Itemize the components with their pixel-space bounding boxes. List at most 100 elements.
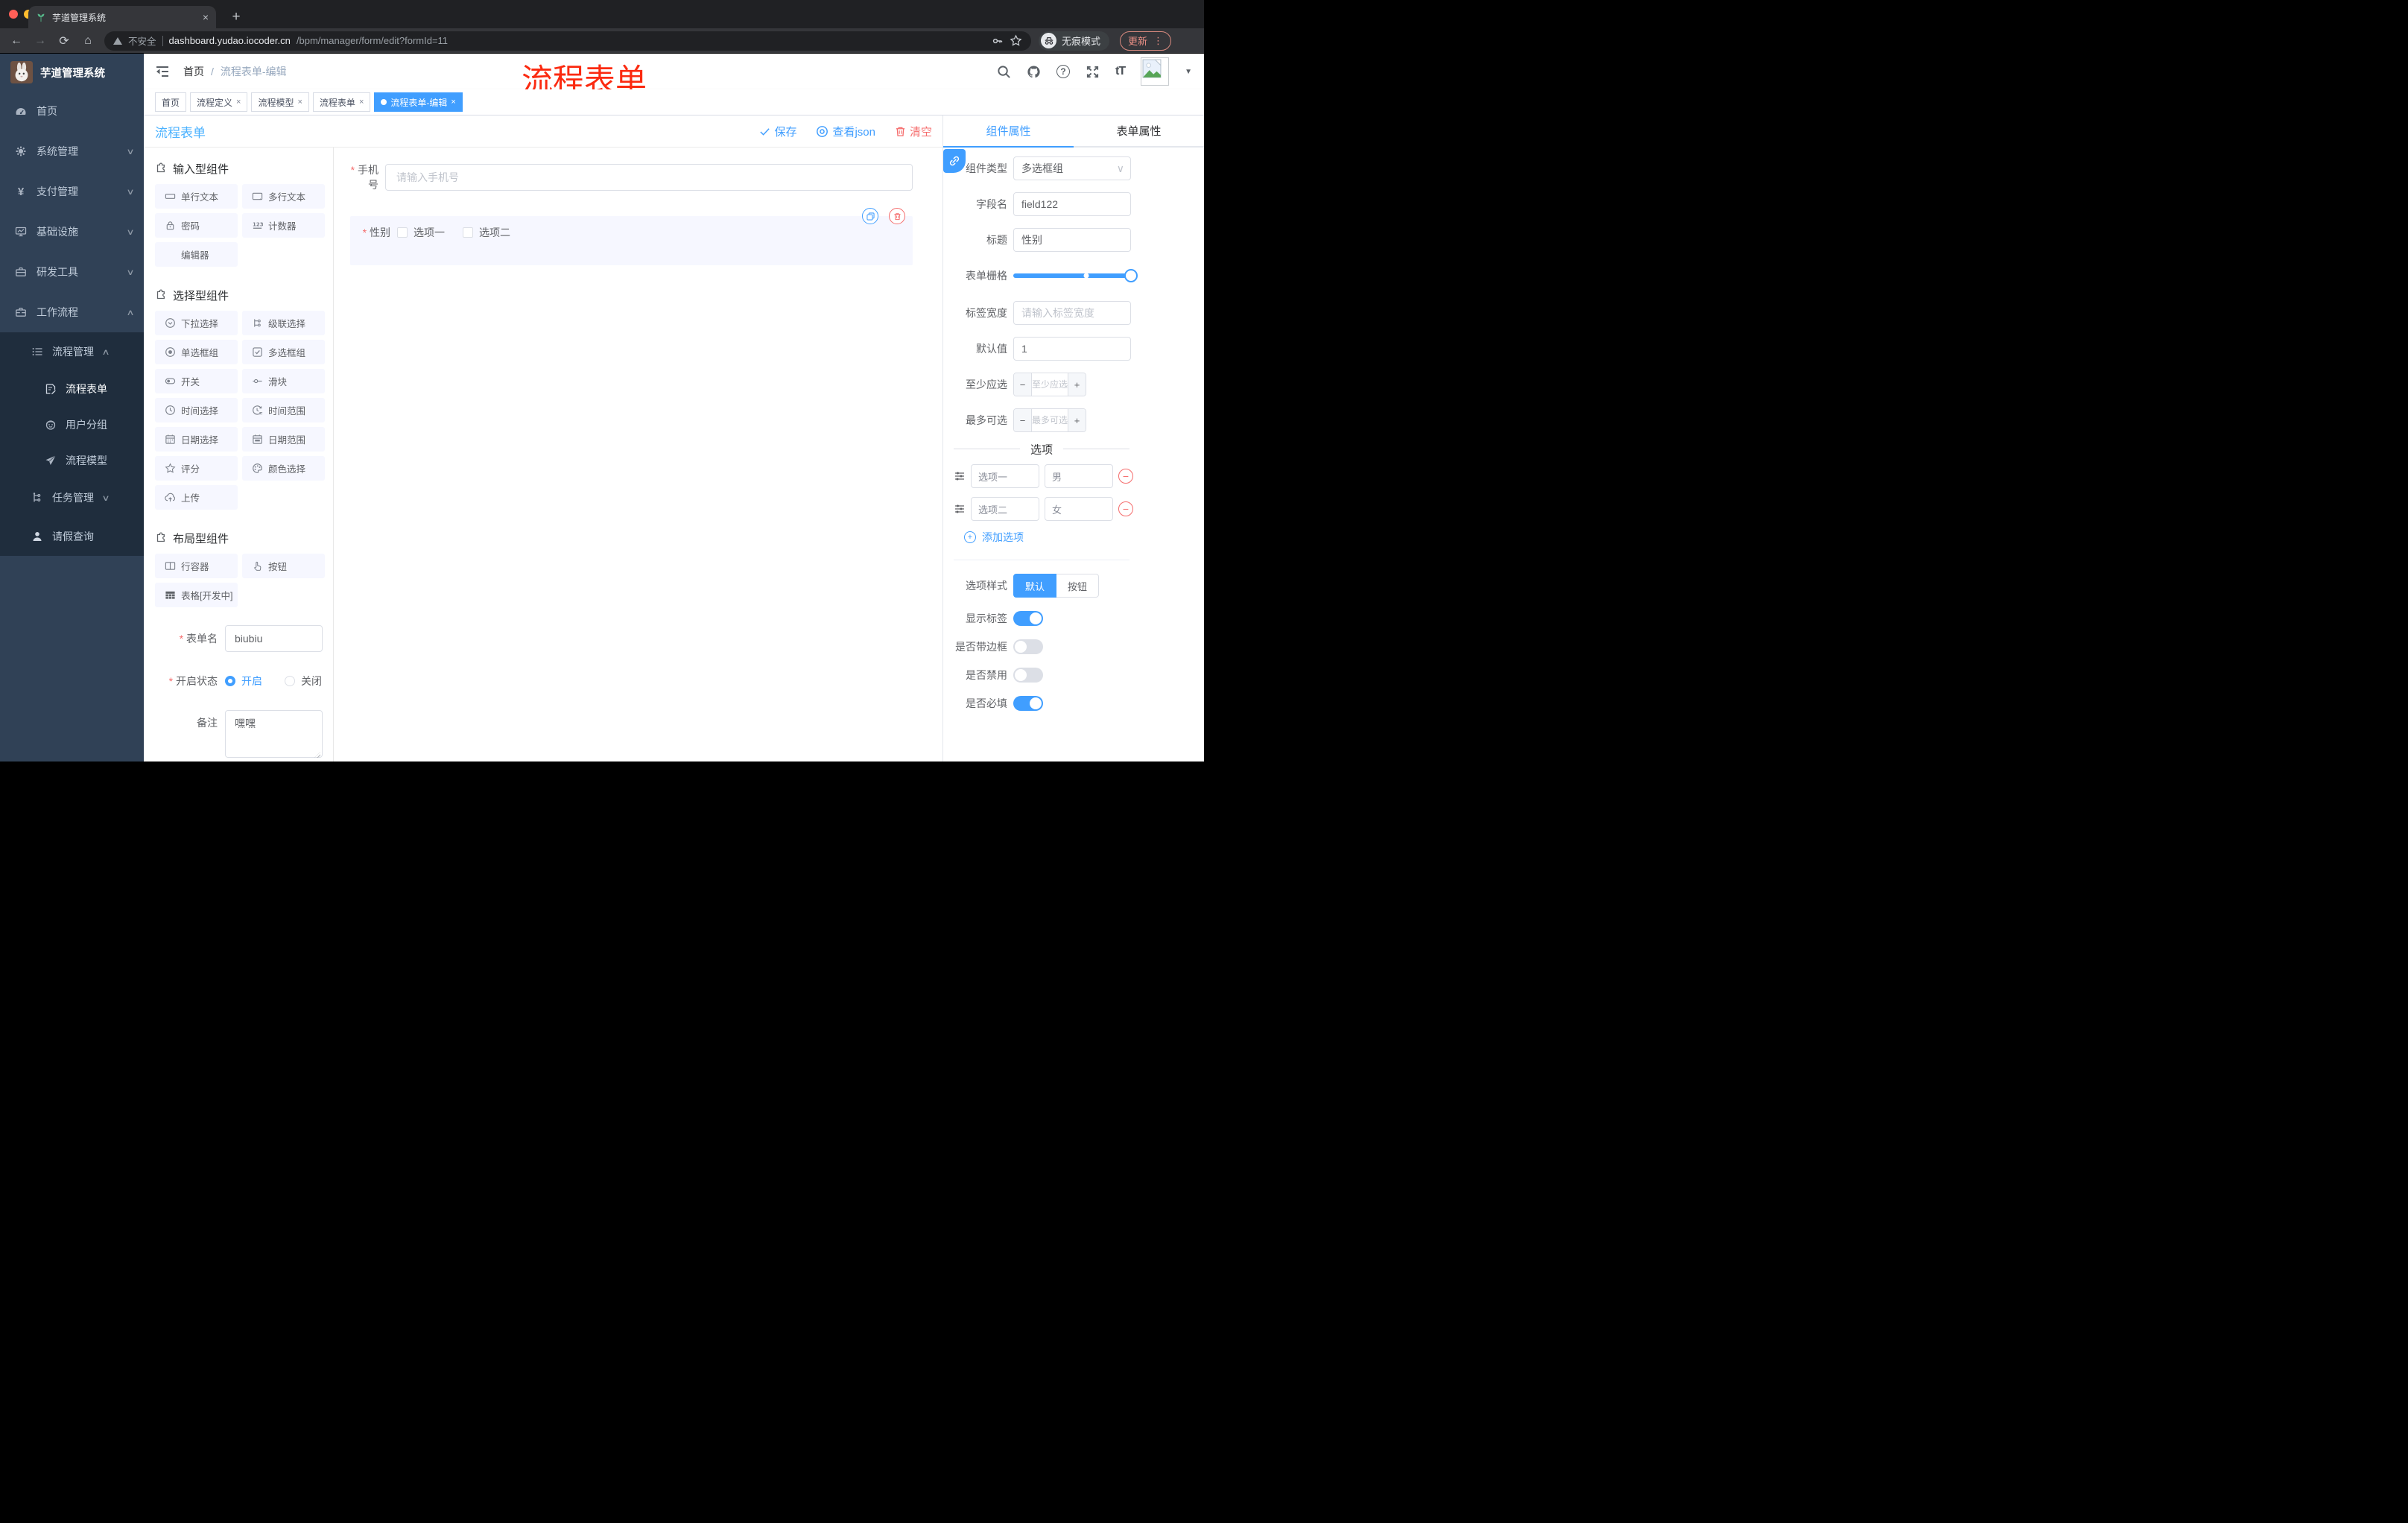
palette-item-single-text[interactable]: 单行文本 bbox=[155, 184, 238, 209]
palette-item-radio-group[interactable]: 单选框组 bbox=[155, 340, 238, 364]
checkbox[interactable] bbox=[463, 227, 473, 238]
palette-item-date-picker[interactable]: 日期选择 bbox=[155, 427, 238, 452]
stepper-increase-button[interactable]: + bbox=[1068, 409, 1086, 431]
canvas-field-gender-selected[interactable]: 性别 选项一 选项二 bbox=[350, 208, 913, 265]
tag-close-icon[interactable]: × bbox=[297, 98, 302, 107]
option-value-input[interactable] bbox=[1045, 497, 1113, 521]
sidebar-item-payment[interactable]: ¥ 支付管理 ∨ bbox=[0, 171, 144, 212]
palette-item-counter[interactable]: 123 计数器 bbox=[242, 213, 325, 238]
drag-handle-icon[interactable] bbox=[954, 470, 966, 482]
min-select-input[interactable] bbox=[1032, 373, 1068, 396]
github-icon[interactable] bbox=[1027, 65, 1041, 79]
avatar[interactable] bbox=[1141, 57, 1170, 86]
tag-home[interactable]: 首页 bbox=[155, 92, 187, 112]
style-button-button[interactable]: 按钮 bbox=[1056, 574, 1100, 598]
title-input[interactable] bbox=[1013, 228, 1131, 252]
font-size-icon[interactable]: tT bbox=[1115, 65, 1126, 78]
tag-process-definition[interactable]: 流程定义 × bbox=[190, 92, 248, 112]
sidebar-item-infra[interactable]: 基础设施 ∨ bbox=[0, 212, 144, 252]
sidebar-item-process-mgmt[interactable]: 流程管理 ∧ bbox=[0, 332, 144, 371]
style-default-button[interactable]: 默认 bbox=[1013, 574, 1057, 598]
slider-thumb[interactable] bbox=[1124, 269, 1138, 282]
palette-item-rate[interactable]: 评分 bbox=[155, 456, 238, 481]
palette-item-color-picker[interactable]: 颜色选择 bbox=[242, 456, 325, 481]
tag-process-model[interactable]: 流程模型 × bbox=[251, 92, 309, 112]
sidebar-fold-icon[interactable] bbox=[155, 64, 170, 79]
help-icon[interactable]: ? bbox=[1056, 65, 1070, 78]
palette-item-select[interactable]: 下拉选择 bbox=[155, 311, 238, 335]
max-select-input[interactable] bbox=[1032, 409, 1068, 431]
delete-component-button[interactable] bbox=[889, 208, 905, 224]
form-remark-textarea[interactable]: 嘿嘿 bbox=[225, 710, 323, 758]
close-window-button[interactable] bbox=[9, 10, 18, 19]
field-name-input[interactable] bbox=[1013, 192, 1131, 216]
border-toggle[interactable] bbox=[1013, 639, 1043, 654]
tag-close-icon[interactable]: × bbox=[451, 98, 455, 107]
add-option-button[interactable]: + 添加选项 bbox=[964, 530, 1131, 545]
phone-input[interactable] bbox=[385, 164, 913, 191]
status-off-label[interactable]: 关闭 bbox=[301, 674, 322, 688]
sidebar-item-system[interactable]: 系统管理 ∨ bbox=[0, 131, 144, 171]
slider-track[interactable] bbox=[1013, 269, 1138, 282]
browser-menu-icon[interactable]: ⋮ bbox=[1153, 35, 1163, 47]
sidebar-item-user-group[interactable]: 用户分组 bbox=[0, 407, 144, 443]
palette-item-button[interactable]: 按钮 bbox=[242, 554, 325, 578]
avatar-caret-icon[interactable]: ▼ bbox=[1185, 68, 1192, 76]
sidebar-item-home[interactable]: 首页 bbox=[0, 91, 144, 131]
palette-item-upload[interactable]: 上传 bbox=[155, 485, 238, 510]
tab-form-props[interactable]: 表单属性 bbox=[1074, 115, 1204, 146]
sidebar-item-leave-query[interactable]: 请假查询 bbox=[0, 517, 144, 556]
stepper-decrease-button[interactable]: − bbox=[1014, 409, 1032, 431]
bookmark-star-icon[interactable] bbox=[1010, 34, 1022, 47]
sidebar-item-process-model[interactable]: 流程模型 bbox=[0, 443, 144, 478]
palette-item-checkbox-group[interactable]: 多选框组 bbox=[242, 340, 325, 364]
disabled-toggle[interactable] bbox=[1013, 668, 1043, 683]
palette-item-cascader[interactable]: 级联选择 bbox=[242, 311, 325, 335]
drag-handle-icon[interactable] bbox=[954, 503, 966, 515]
palette-item-password[interactable]: 密码 bbox=[155, 213, 238, 238]
back-icon[interactable]: ← bbox=[4, 34, 28, 48]
sidebar-item-workflow[interactable]: 工作流程 ∧ bbox=[0, 292, 144, 332]
sidebar-item-devtools[interactable]: 研发工具 ∨ bbox=[0, 252, 144, 292]
sidebar-item-task-mgmt[interactable]: 任务管理 ∨ bbox=[0, 478, 144, 517]
palette-item-editor[interactable]: 编辑器 bbox=[155, 242, 238, 267]
view-json-button[interactable]: 查看json bbox=[816, 124, 875, 139]
gender-option-1[interactable]: 选项一 bbox=[397, 225, 445, 240]
gender-option-2[interactable]: 选项二 bbox=[463, 225, 510, 240]
copy-component-button[interactable] bbox=[862, 208, 878, 224]
required-toggle[interactable] bbox=[1013, 696, 1043, 711]
remove-option-button[interactable]: − bbox=[1118, 469, 1133, 484]
stepper-increase-button[interactable]: + bbox=[1068, 373, 1086, 396]
browser-tab[interactable]: 芋道管理系统 × bbox=[28, 6, 216, 28]
address-bar[interactable]: 不安全 dashboard.yudao.iocoder.cn/bpm/manag… bbox=[104, 31, 1031, 51]
fullscreen-icon[interactable] bbox=[1086, 65, 1100, 79]
palette-item-slider[interactable]: 滑块 bbox=[242, 369, 325, 393]
component-type-select[interactable]: 多选框组 ∨ bbox=[1013, 156, 1131, 180]
palette-item-multi-text[interactable]: 多行文本 bbox=[242, 184, 325, 209]
sidebar-item-process-form[interactable]: 流程表单 bbox=[0, 371, 144, 407]
save-button[interactable]: 保存 bbox=[759, 124, 796, 139]
canvas-field-phone[interactable]: 手机号 bbox=[344, 162, 913, 192]
tab-component-props[interactable]: 组件属性 bbox=[943, 115, 1074, 146]
clear-button[interactable]: 清空 bbox=[895, 124, 932, 139]
reload-icon[interactable]: ⟳ bbox=[52, 34, 76, 48]
status-on-radio[interactable] bbox=[225, 676, 235, 686]
checkbox[interactable] bbox=[397, 227, 408, 238]
palette-item-time-picker[interactable]: 时间选择 bbox=[155, 398, 238, 422]
option-label-input[interactable] bbox=[971, 497, 1039, 521]
new-tab-button[interactable]: + bbox=[226, 7, 246, 27]
search-icon[interactable] bbox=[997, 65, 1011, 79]
tag-close-icon[interactable]: × bbox=[236, 98, 241, 107]
tag-process-form[interactable]: 流程表单 × bbox=[312, 92, 371, 112]
remove-option-button[interactable]: − bbox=[1118, 501, 1133, 516]
tag-process-form-edit[interactable]: 流程表单-编辑 × bbox=[374, 92, 463, 112]
home-icon[interactable]: ⌂ bbox=[76, 34, 100, 48]
palette-item-switch[interactable]: 开关 bbox=[155, 369, 238, 393]
browser-update-button[interactable]: 更新 ⋮ bbox=[1120, 31, 1172, 51]
show-label-toggle[interactable] bbox=[1013, 611, 1043, 626]
tab-close-icon[interactable]: × bbox=[203, 12, 209, 22]
palette-item-date-range[interactable]: 日期范围 bbox=[242, 427, 325, 452]
status-on-label[interactable]: 开启 bbox=[241, 674, 262, 688]
status-off-radio[interactable] bbox=[285, 676, 295, 686]
palette-item-time-range[interactable]: 时间范围 bbox=[242, 398, 325, 422]
